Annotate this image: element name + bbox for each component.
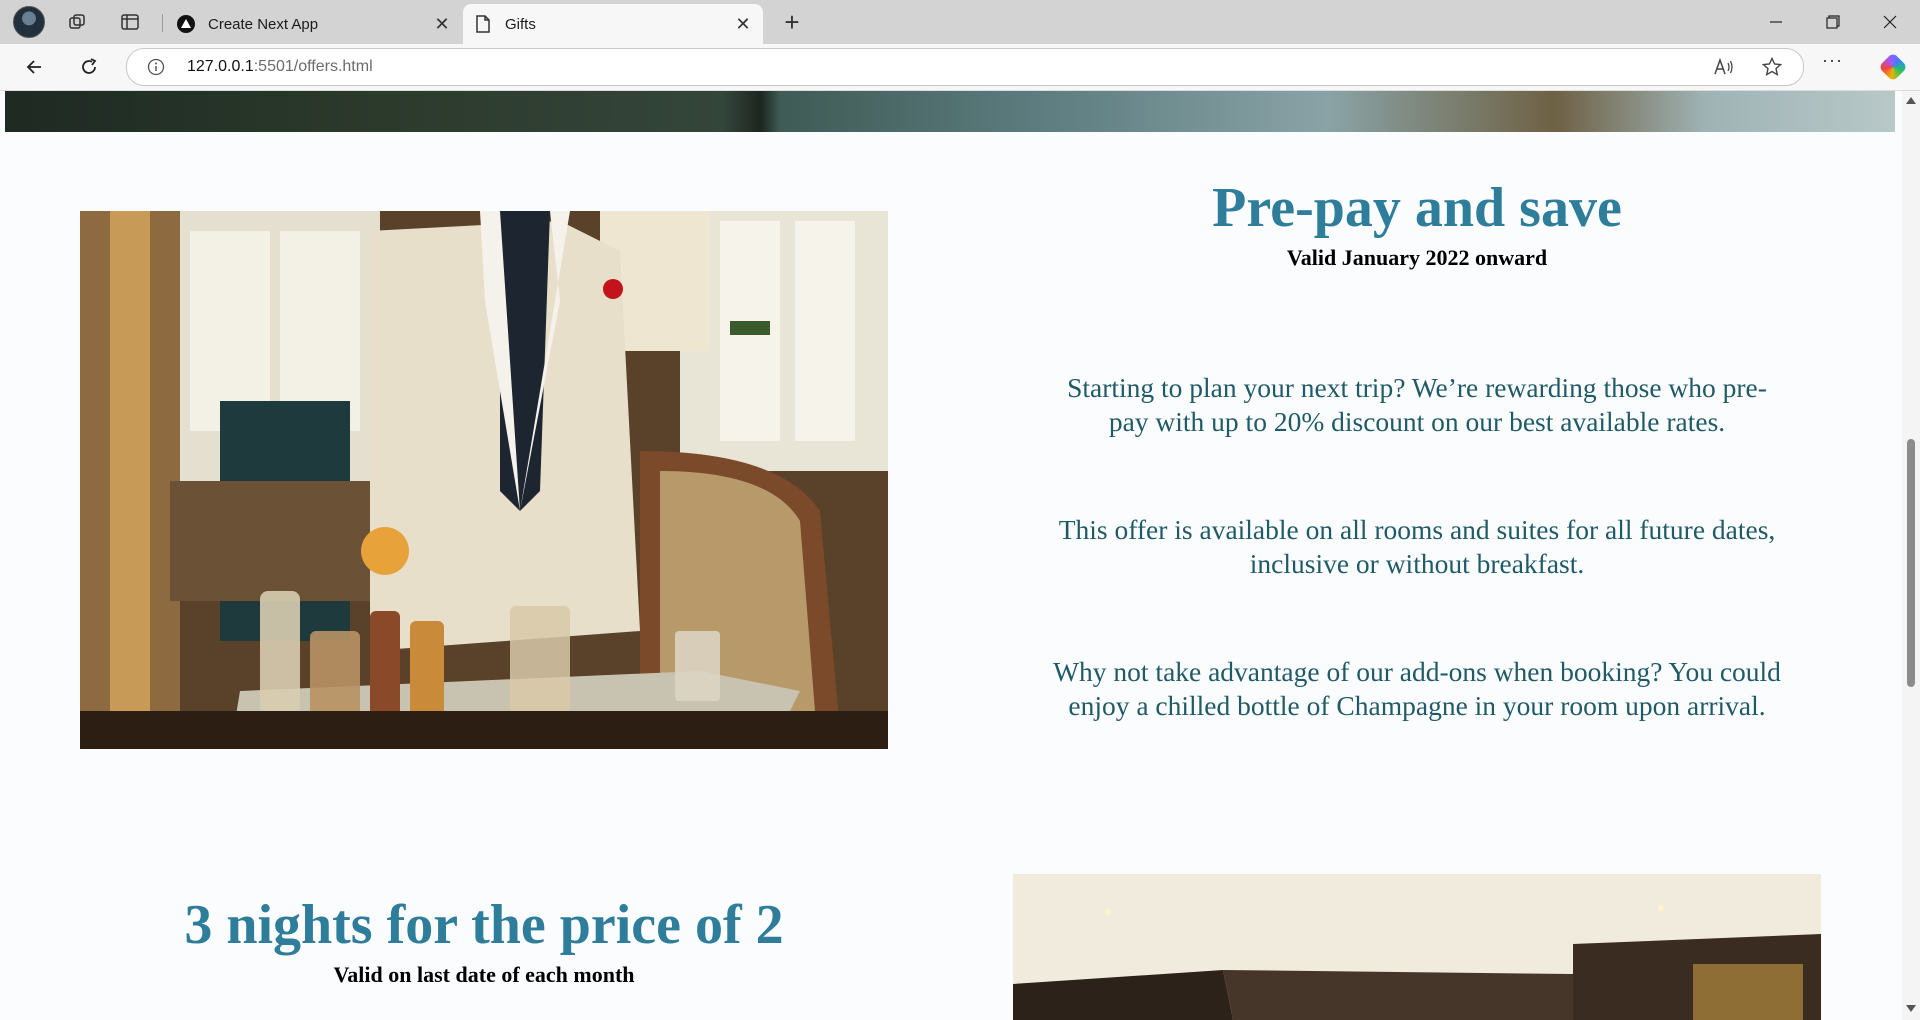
minimize-button[interactable] [1748,0,1804,44]
offer-title: 3 nights for the price of 2 [184,894,784,956]
site-info-icon[interactable] [147,58,165,76]
tab-create-next-app[interactable]: Create Next App ✕ [166,4,462,44]
offer-paragraph: This offer is available on all rooms and… [1058,514,1776,579]
hero-image-bottom-edge [5,91,1895,132]
favorite-star-icon[interactable] [1761,56,1783,78]
refresh-button[interactable] [72,50,106,84]
page-icon [473,14,493,34]
workspaces-icon[interactable] [63,8,91,36]
tab-title: Gifts [505,15,536,33]
offer-valid-date: Valid January 2022 onward [1286,245,1548,270]
url-host: 127.0.0.1 [187,58,254,75]
browser-toolbar: 127.0.0.1:5501/offers.html [0,44,1920,91]
address-bar[interactable]: 127.0.0.1:5501/offers.html [126,48,1804,86]
offer-image-suite [1013,874,1821,1020]
nextjs-icon [176,14,196,34]
offer-pre-pay: Pre-pay and save Valid January 2022 onwa… [1050,177,1784,723]
tab-bar: Create Next App ✕ Gifts ✕ + [0,0,1920,44]
tab-title: Create Next App [208,15,319,33]
new-tab-button[interactable]: + [776,6,808,38]
vertical-tabs-icon[interactable] [116,8,144,36]
close-tab-icon[interactable]: ✕ [729,10,757,38]
tab-gifts[interactable]: Gifts ✕ [463,4,763,44]
scroll-up-arrow[interactable] [1906,97,1916,104]
scrollbar-thumb[interactable] [1907,439,1915,687]
back-button[interactable] [17,50,51,84]
offer-3-nights: 3 nights for the price of 2 Valid on las… [80,894,888,988]
page-scrollbar[interactable] [1902,91,1920,1020]
profile-avatar[interactable] [13,6,45,38]
offer-title: Pre-pay and save [1212,177,1622,239]
close-window-button[interactable] [1862,0,1918,44]
page-viewport: Pre-pay and save Valid January 2022 onwa… [0,91,1920,1020]
restore-button[interactable] [1805,0,1861,44]
offer-valid-date: Valid on last date of each month [333,962,635,987]
offer-paragraph: Starting to plan your next trip? We’re r… [1067,372,1767,437]
more-options-icon[interactable]: ··· [1822,50,1843,71]
offer-paragraph: Why not take advantage of our add-ons wh… [1053,656,1781,721]
offer-image-bar-cart [80,211,888,749]
url-text: 127.0.0.1:5501/offers.html [187,58,373,76]
url-path: :5501/offers.html [253,58,373,75]
scroll-down-arrow[interactable] [1906,1005,1916,1012]
tab-separator [162,14,163,32]
close-tab-icon[interactable]: ✕ [428,10,456,38]
read-aloud-icon[interactable] [1713,56,1735,78]
